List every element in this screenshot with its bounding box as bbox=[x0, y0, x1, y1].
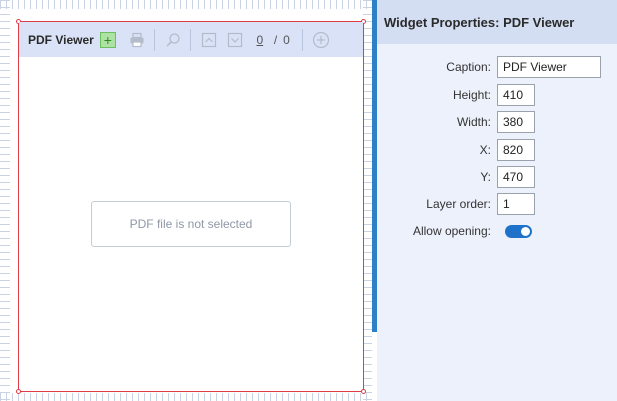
caption-input[interactable]: PDF Viewer bbox=[497, 56, 601, 78]
toolbar-separator bbox=[301, 28, 303, 51]
properties-header: Widget Properties: PDF Viewer bbox=[377, 0, 617, 44]
allow-opening-label: Allow opening: bbox=[412, 224, 491, 238]
x-label: X: bbox=[479, 143, 491, 157]
prop-row-width: Width: 380 bbox=[377, 111, 617, 133]
ruler-left bbox=[0, 0, 10, 401]
x-input[interactable]: 820 bbox=[497, 139, 535, 161]
width-input[interactable]: 380 bbox=[497, 111, 535, 133]
ruler-bottom bbox=[0, 393, 372, 401]
prop-row-x: X: 820 bbox=[377, 139, 617, 161]
properties-title: Widget Properties: PDF Viewer bbox=[384, 14, 575, 30]
pdf-viewer-title: PDF Viewer bbox=[28, 32, 94, 47]
no-file-message: PDF file is not selected bbox=[129, 217, 253, 231]
layer-order-label: Layer order: bbox=[426, 197, 491, 211]
resize-handle-bottom-right[interactable] bbox=[361, 389, 366, 394]
pdf-viewer-widget[interactable]: PDF Viewer + 0 / 0 PDF file is not selec… bbox=[16, 19, 366, 394]
design-canvas[interactable]: PDF Viewer + 0 / 0 PDF file is not selec… bbox=[0, 0, 372, 401]
page-total: 0 bbox=[283, 32, 290, 47]
caption-label: Caption: bbox=[446, 60, 491, 74]
prop-row-height: Height: 410 bbox=[377, 84, 617, 106]
no-file-placeholder: PDF file is not selected bbox=[91, 201, 291, 247]
prop-row-allow-opening: Allow opening: bbox=[377, 220, 617, 242]
page-separator: / bbox=[273, 32, 278, 47]
prop-row-y: Y: 470 bbox=[377, 166, 617, 188]
search-icon[interactable] bbox=[164, 31, 182, 49]
prop-row-caption: Caption: PDF Viewer bbox=[377, 56, 617, 78]
print-icon[interactable] bbox=[128, 31, 146, 49]
toolbar-separator bbox=[153, 28, 155, 51]
ruler-top bbox=[0, 0, 372, 13]
current-page-input[interactable]: 0 bbox=[252, 33, 268, 47]
toggle-knob bbox=[521, 226, 530, 236]
layer-order-input[interactable]: 1 bbox=[497, 193, 535, 215]
page-up-icon[interactable] bbox=[200, 31, 218, 49]
prop-row-layer-order: Layer order: 1 bbox=[377, 193, 617, 215]
y-input[interactable]: 470 bbox=[497, 166, 535, 188]
toolbar-separator bbox=[189, 28, 191, 51]
properties-panel: Widget Properties: PDF Viewer Caption: P… bbox=[377, 0, 617, 401]
page-down-icon[interactable] bbox=[226, 31, 244, 49]
y-label: Y: bbox=[480, 170, 491, 184]
ruler-right bbox=[363, 0, 372, 401]
pdf-toolbar: PDF Viewer + 0 / 0 bbox=[19, 22, 363, 57]
height-input[interactable]: 410 bbox=[497, 84, 535, 106]
zoom-in-icon[interactable] bbox=[312, 31, 330, 49]
resize-handle-bottom-left[interactable] bbox=[16, 389, 21, 394]
allow-opening-toggle[interactable] bbox=[505, 224, 532, 238]
add-file-button[interactable]: + bbox=[99, 31, 116, 48]
width-label: Width: bbox=[456, 115, 491, 129]
height-label: Height: bbox=[452, 88, 491, 102]
